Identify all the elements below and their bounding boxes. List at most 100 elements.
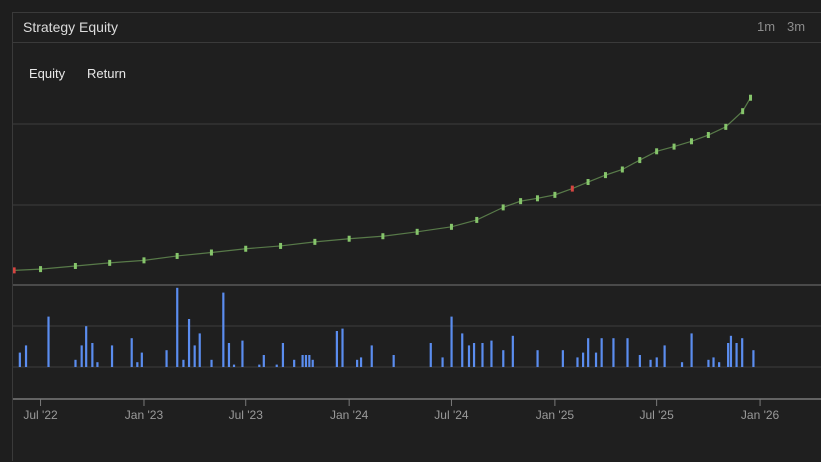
return-bar — [301, 355, 304, 367]
return-bar — [612, 338, 615, 367]
equity-point — [73, 262, 77, 269]
x-tick-label: Jul '25 — [639, 408, 674, 422]
return-bar — [304, 355, 308, 367]
return-bar — [429, 343, 432, 367]
return-bar — [712, 357, 715, 367]
return-bar — [241, 340, 244, 367]
return-bar — [110, 345, 114, 367]
return-bar — [311, 359, 314, 367]
return-bar — [752, 350, 755, 367]
return-bar — [461, 333, 464, 367]
return-bar — [210, 359, 213, 367]
equity-point — [142, 257, 146, 264]
return-bar — [293, 359, 296, 367]
equity-point — [415, 228, 419, 235]
x-tick-label: Jan '24 — [330, 408, 369, 422]
return-bar — [663, 345, 666, 367]
equity-point — [13, 267, 16, 274]
equity-point — [570, 185, 574, 192]
return-bar — [649, 359, 652, 367]
x-tick-label: Jul '22 — [23, 408, 58, 422]
equity-point — [501, 204, 505, 211]
return-bars — [18, 287, 755, 367]
equity-point — [672, 143, 676, 150]
return-bar — [193, 345, 196, 367]
return-bar — [80, 345, 83, 367]
return-bar — [187, 319, 191, 367]
return-bar — [582, 352, 585, 367]
return-bar — [91, 343, 94, 367]
return-bar — [576, 357, 579, 367]
return-bar — [130, 338, 133, 367]
equity-point — [535, 195, 539, 202]
return-bar — [481, 343, 484, 367]
equity-chart: Jul '22 Jan '23 Jul '23 Jan '24 Jul '24 Jan '… — [13, 94, 821, 422]
return-bar — [258, 364, 261, 367]
return-bar — [335, 331, 338, 367]
equity-point — [749, 94, 753, 101]
return-bar — [638, 355, 641, 367]
equity-point — [475, 216, 479, 223]
return-bar — [707, 359, 710, 367]
equity-point — [586, 179, 590, 186]
return-bar — [587, 338, 590, 367]
return-bar — [561, 350, 564, 367]
equity-point — [638, 157, 642, 164]
x-tick-label: Jan '23 — [125, 408, 164, 422]
x-tick-label: Jan '25 — [536, 408, 575, 422]
return-bar — [536, 350, 539, 367]
return-bar — [308, 355, 311, 367]
return-bar — [655, 357, 658, 367]
return-bar — [74, 359, 77, 367]
equity-point — [449, 223, 453, 230]
equity-point — [175, 252, 179, 259]
return-bar — [198, 333, 201, 367]
return-bar — [222, 292, 225, 367]
x-tick-label: Jul '23 — [229, 408, 264, 422]
return-bar — [690, 333, 693, 367]
equity-point — [381, 233, 385, 240]
return-bar — [370, 345, 373, 367]
equity-point — [741, 108, 745, 115]
chart-gridlines — [13, 123, 821, 368]
return-bar — [727, 343, 730, 367]
legend-equity[interactable]: Equity — [29, 66, 65, 81]
return-bar — [729, 335, 733, 367]
equity-point — [706, 132, 710, 139]
return-bar — [176, 287, 179, 367]
return-bar — [136, 362, 139, 367]
return-bar — [626, 338, 629, 367]
equity-point — [244, 245, 248, 252]
return-bar — [359, 357, 363, 367]
return-bar — [281, 343, 285, 367]
return-bar — [511, 335, 514, 367]
equity-point — [279, 242, 283, 249]
equity-point — [655, 148, 659, 155]
return-bar — [341, 328, 344, 367]
return-bar — [140, 352, 143, 367]
return-bar — [450, 316, 453, 367]
return-bar — [96, 362, 99, 367]
equity-point — [108, 259, 112, 266]
return-bar — [600, 338, 603, 367]
equity-series — [13, 94, 753, 274]
equity-point — [689, 138, 693, 145]
x-tick-label: Jul '24 — [434, 408, 469, 422]
return-bar — [18, 352, 21, 367]
equity-point — [347, 235, 351, 242]
equity-point — [620, 166, 624, 173]
equity-point — [603, 172, 607, 179]
equity-point — [209, 249, 213, 256]
return-bar — [472, 343, 476, 367]
return-bar — [735, 343, 738, 367]
legend-return[interactable]: Return — [87, 66, 126, 81]
return-bar — [24, 345, 28, 367]
return-bar — [680, 362, 684, 367]
return-bar — [502, 350, 505, 367]
return-bar — [182, 359, 185, 367]
return-bar — [490, 340, 493, 367]
strategy-equity-panel: Strategy Equity 1m 3m Jul '22 Jan '23 Jul … — [12, 12, 821, 461]
return-bar — [275, 364, 278, 367]
x-tick-label: Jan '26 — [741, 408, 780, 422]
equity-point — [553, 191, 557, 198]
